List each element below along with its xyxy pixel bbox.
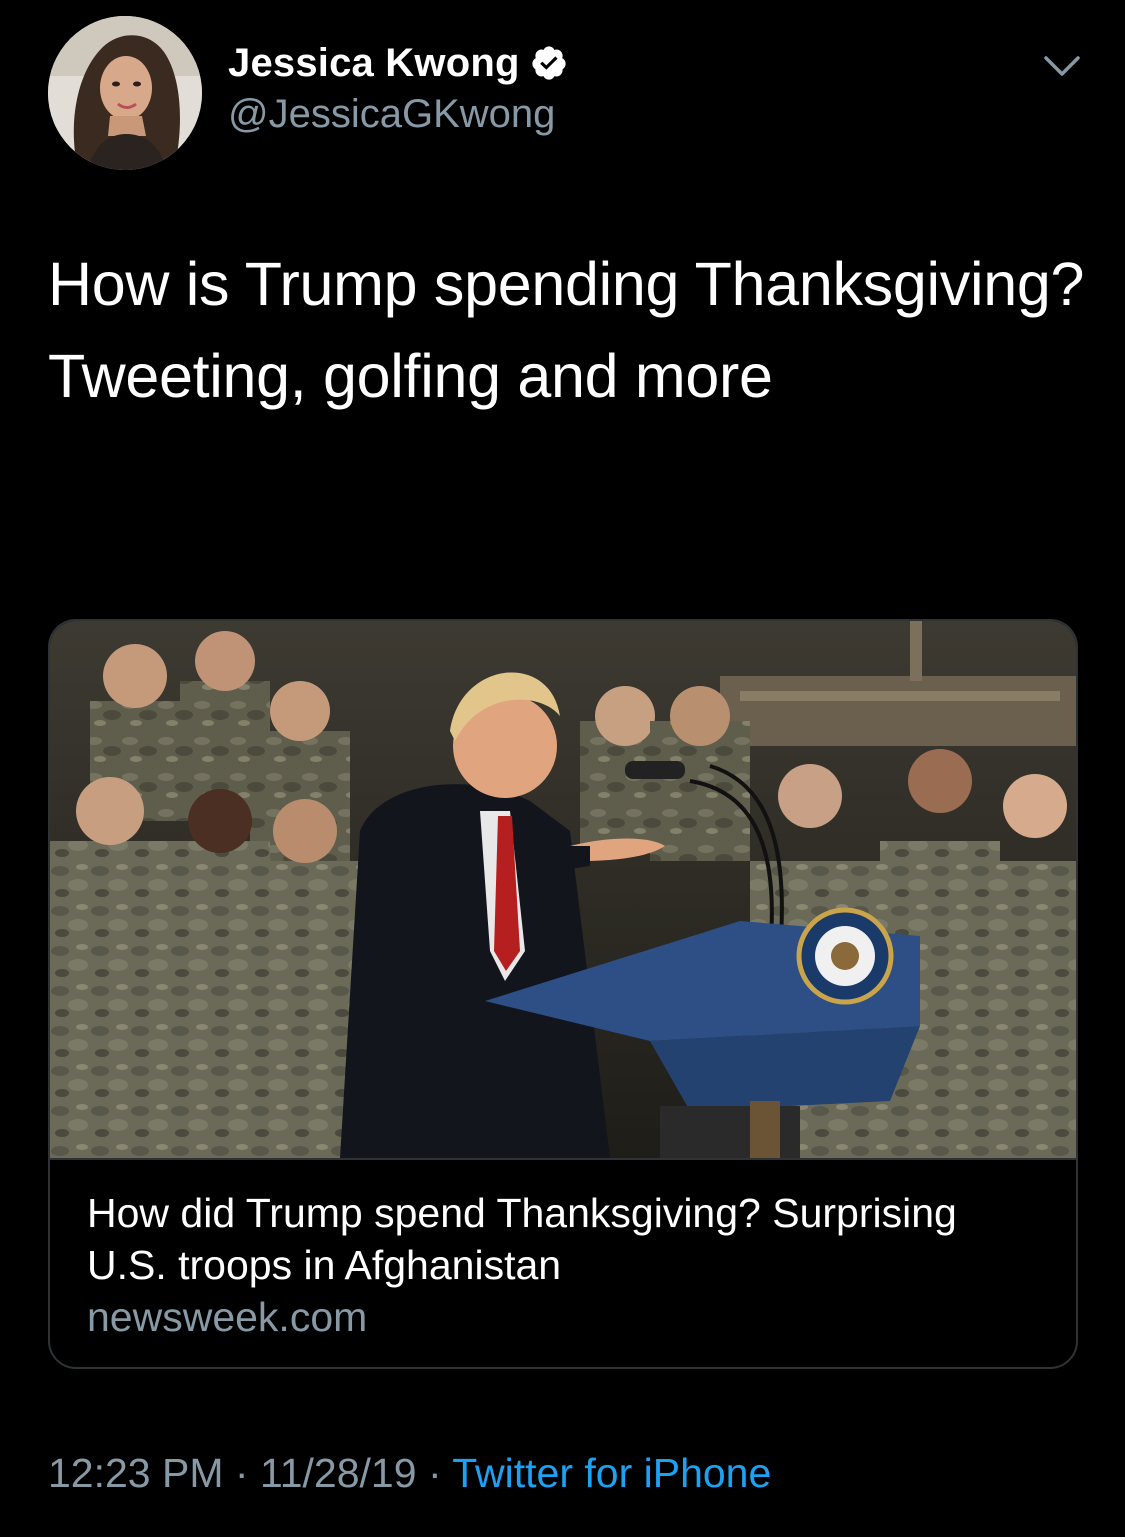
tweet-meta: 12:23 PM · 11/28/19 · Twitter for iPhone xyxy=(48,1447,771,1499)
verified-badge-icon xyxy=(530,44,568,82)
meta-separator: · xyxy=(427,1450,442,1496)
card-divider xyxy=(50,1158,1076,1160)
avatar-photo xyxy=(48,16,202,170)
tweet-date: 11/28/19 xyxy=(259,1450,417,1496)
article-photo[interactable] xyxy=(50,621,1076,1158)
meta-separator: · xyxy=(234,1450,249,1496)
card-domain[interactable]: newsweek.com xyxy=(87,1291,367,1343)
tweet-source-link[interactable]: Twitter for iPhone xyxy=(452,1450,771,1496)
card-title[interactable]: How did Trump spend Thanksgiving? Surpri… xyxy=(87,1187,1047,1291)
user-handle[interactable]: @JessicaGKwong xyxy=(228,92,568,137)
tweet: Jessica Kwong @JessicaGKwong How is Trum… xyxy=(0,0,1125,1537)
chevron-down-icon[interactable] xyxy=(1040,50,1084,84)
article-photo-illustration xyxy=(50,621,1076,1158)
profile-avatar[interactable] xyxy=(48,16,202,170)
display-name[interactable]: Jessica Kwong xyxy=(228,41,520,86)
tweet-time: 12:23 PM xyxy=(48,1450,224,1496)
name-row: Jessica Kwong xyxy=(228,38,568,88)
author-info[interactable]: Jessica Kwong @JessicaGKwong xyxy=(228,38,568,137)
tweet-text: How is Trump spending Thanksgiving? Twee… xyxy=(48,250,1085,410)
link-card[interactable]: How did Trump spend Thanksgiving? Surpri… xyxy=(48,619,1078,1369)
